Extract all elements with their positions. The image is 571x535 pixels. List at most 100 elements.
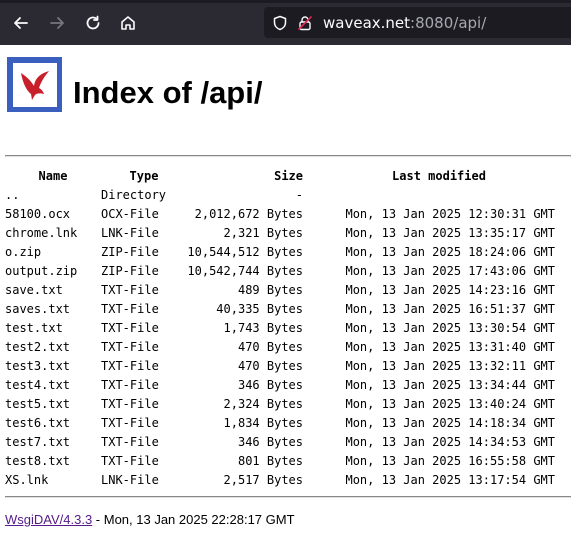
file-last-modified: Mon, 13 Jan 2025 13:30:54 GMT (345, 320, 555, 335)
url-text[interactable]: waveax.net:8080/api/ (323, 14, 486, 32)
table-row: test5.txt TXT-File 2,324 Bytes Mon, 13 Jan … (5, 394, 555, 413)
file-last-modified: Mon, 13 Jan 2025 13:31:40 GMT (345, 339, 555, 354)
column-header-size[interactable]: Size (187, 166, 303, 185)
file-last-modified: Mon, 13 Jan 2025 13:34:44 GMT (345, 377, 555, 392)
url-path: :8080/api/ (410, 13, 487, 32)
server-link[interactable]: WsgiDAV/4.3.3 (5, 512, 92, 527)
file-name-link[interactable]: save.txt (5, 280, 101, 299)
file-name-link[interactable]: .. (5, 185, 101, 204)
url-host: waveax.net (323, 13, 411, 32)
table-row: o.zip ZIP-File 10,544,512 Bytes Mon, 13 Jan… (5, 242, 555, 261)
forward-button[interactable] (44, 10, 70, 36)
file-size: 10,544,512 Bytes (187, 244, 303, 259)
footer-timestamp: - Mon, 13 Jan 2025 22:28:17 GMT (92, 512, 295, 527)
header-row: Name Type Size Last modified (5, 166, 555, 185)
server-footer: WsgiDAV/4.3.3 - Mon, 13 Jan 2025 22:28:1… (5, 512, 295, 527)
file-type: TXT-File (101, 358, 159, 373)
file-name-link[interactable]: test2.txt (5, 337, 101, 356)
file-size: 2,321 Bytes (223, 225, 303, 240)
file-name-link[interactable]: test.txt (5, 318, 101, 337)
file-size: 801 Bytes (237, 453, 303, 468)
arrow-left-icon (14, 17, 28, 29)
address-bar[interactable]: waveax.net:8080/api/ (264, 7, 571, 38)
table-row: test2.txt TXT-File 470 Bytes Mon, 13 Jan 20… (5, 337, 555, 356)
table-row: test.txt TXT-File 1,743 Bytes Mon, 13 Jan 2… (5, 318, 555, 337)
file-name-link[interactable]: test5.txt (5, 394, 101, 413)
site-security-button[interactable] (297, 15, 313, 31)
file-type: TXT-File (101, 301, 159, 316)
table-row: test3.txt TXT-File 470 Bytes Mon, 13 Jan 20… (5, 356, 555, 375)
table-row: .. Directory - (5, 185, 555, 204)
browser-toolbar: waveax.net:8080/api/ (0, 0, 571, 45)
file-size: 1,743 Bytes (223, 320, 303, 335)
file-type: ZIP-File (101, 244, 159, 259)
shield-icon (273, 15, 287, 30)
file-type: TXT-File (101, 339, 159, 354)
site-logo (7, 57, 62, 112)
file-last-modified: Mon, 13 Jan 2025 16:51:37 GMT (345, 301, 555, 316)
file-name-link[interactable]: test6.txt (5, 413, 101, 432)
directory-listing: Name Type Size Last modified .. Directory… (5, 166, 555, 489)
file-size: 346 Bytes (237, 434, 303, 449)
file-type: OCX-File (101, 206, 159, 221)
table-row: test8.txt TXT-File 801 Bytes Mon, 13 Jan 20… (5, 451, 555, 470)
back-button[interactable] (8, 10, 34, 36)
file-type: LNK-File (101, 472, 159, 487)
file-last-modified: Mon, 13 Jan 2025 16:55:58 GMT (345, 453, 555, 468)
file-type: TXT-File (101, 415, 159, 430)
file-name-link[interactable]: test8.txt (5, 451, 101, 470)
lock-warning-icon (298, 15, 312, 30)
home-icon (121, 16, 135, 30)
table-row: 58100.ocx OCX-File 2,012,672 Bytes Mon, 13 … (5, 204, 555, 223)
file-name-link[interactable]: chrome.lnk (5, 223, 101, 242)
file-type: ZIP-File (101, 263, 159, 278)
file-last-modified: Mon, 13 Jan 2025 13:17:54 GMT (345, 472, 555, 487)
file-name-link[interactable]: test3.txt (5, 356, 101, 375)
file-size: 346 Bytes (237, 377, 303, 392)
tracking-protection-button[interactable] (272, 15, 288, 31)
file-name-link[interactable]: 58100.ocx (5, 204, 101, 223)
file-size: 470 Bytes (237, 339, 303, 354)
reload-icon (86, 15, 100, 30)
file-last-modified: Mon, 13 Jan 2025 13:32:11 GMT (345, 358, 555, 373)
file-name-link[interactable]: output.zip (5, 261, 101, 280)
file-type: TXT-File (101, 396, 159, 411)
table-row: output.zip ZIP-File 10,542,744 Bytes Mon, 1… (5, 261, 555, 280)
column-header-type[interactable]: Type (101, 166, 187, 185)
column-header-name[interactable]: Name (5, 166, 101, 185)
file-last-modified: Mon, 13 Jan 2025 13:40:24 GMT (345, 396, 555, 411)
file-last-modified: Mon, 13 Jan 2025 17:43:06 GMT (345, 263, 555, 278)
file-size: 40,335 Bytes (216, 301, 303, 316)
file-name-link[interactable]: o.zip (5, 242, 101, 261)
file-size: 2,012,672 Bytes (194, 206, 303, 221)
tab-strip-edge (0, 0, 571, 3)
file-last-modified: Mon, 13 Jan 2025 14:34:53 GMT (345, 434, 555, 449)
file-type: TXT-File (101, 377, 159, 392)
file-last-modified (303, 185, 555, 204)
table-row: test7.txt TXT-File 346 Bytes Mon, 13 Jan 20… (5, 432, 555, 451)
file-name-link[interactable]: test7.txt (5, 432, 101, 451)
file-last-modified: Mon, 13 Jan 2025 13:35:17 GMT (345, 225, 555, 240)
file-size: 10,542,744 Bytes (187, 263, 303, 278)
file-size: 470 Bytes (237, 358, 303, 373)
file-name-link[interactable]: saves.txt (5, 299, 101, 318)
home-button[interactable] (115, 10, 141, 36)
file-name-link[interactable]: XS.lnk (5, 470, 101, 489)
column-header-last-modified[interactable]: Last modified (303, 166, 555, 185)
file-size: 2,517 Bytes (223, 472, 303, 487)
file-last-modified: Mon, 13 Jan 2025 14:18:34 GMT (345, 415, 555, 430)
file-type: TXT-File (101, 282, 159, 297)
file-last-modified: Mon, 13 Jan 2025 18:24:06 GMT (345, 244, 555, 259)
file-size: 1,834 Bytes (223, 415, 303, 430)
file-type: TXT-File (101, 434, 159, 449)
reload-button[interactable] (80, 10, 106, 36)
page-title: Index of /api/ (73, 75, 263, 110)
file-last-modified: Mon, 13 Jan 2025 14:23:16 GMT (345, 282, 555, 297)
file-size: 2,324 Bytes (223, 396, 303, 411)
top-divider (5, 155, 571, 157)
file-last-modified: Mon, 13 Jan 2025 12:30:31 GMT (345, 206, 555, 221)
file-type: TXT-File (101, 453, 159, 468)
file-name-link[interactable]: test4.txt (5, 375, 101, 394)
table-row: test4.txt TXT-File 346 Bytes Mon, 13 Jan 20… (5, 375, 555, 394)
arrow-right-icon (50, 17, 64, 29)
